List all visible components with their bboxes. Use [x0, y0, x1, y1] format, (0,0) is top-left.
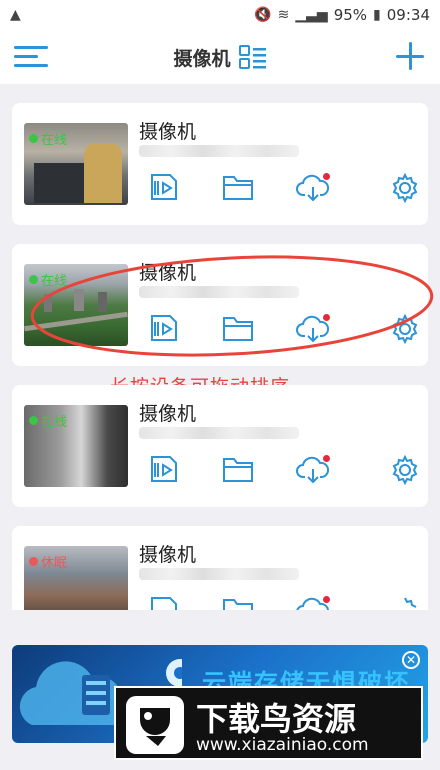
status-tag: 在线 [29, 129, 67, 148]
watermark-logo [126, 696, 184, 754]
status-tag: 在线 [29, 411, 67, 430]
status-tag: 休眠 [29, 552, 67, 571]
status-dot [29, 416, 38, 425]
page-title: 摄像机 [173, 47, 231, 70]
settings-button[interactable] [390, 313, 422, 346]
battery-icon: ▮ [373, 7, 381, 23]
playback-icon [151, 597, 177, 610]
playback-button[interactable] [150, 596, 182, 610]
camera-card[interactable]: 休眠 摄像机 [12, 526, 428, 610]
status-dot [29, 557, 38, 566]
camera-actions [138, 313, 428, 350]
camera-id-blurred [139, 568, 299, 580]
camera-card[interactable]: 在线 摄像机 [12, 244, 428, 366]
camera-id-blurred [139, 427, 299, 439]
playback-button[interactable] [150, 173, 182, 205]
playback-button[interactable] [150, 455, 182, 487]
playback-icon [151, 174, 177, 200]
notification-dot [323, 596, 330, 603]
status-label: 在线 [41, 274, 68, 289]
status-right: 🔇 ≋ ▁▃▅ 95% ▮ 09:34 [254, 6, 430, 24]
status-label: 在线 [41, 415, 68, 430]
gear-icon [404, 597, 417, 608]
cloud-download-button[interactable] [296, 455, 330, 487]
camera-actions [138, 454, 428, 491]
settings-button[interactable] [390, 172, 422, 205]
camera-id-blurred [139, 286, 299, 298]
notification-dot [323, 173, 330, 180]
camera-name: 摄像机 [139, 121, 197, 143]
playback-button[interactable] [150, 314, 182, 346]
watermark-url: www.xiazainiao.com [196, 735, 369, 755]
camera-name: 摄像机 [139, 262, 197, 284]
mute-icon: 🔇 [254, 7, 272, 23]
camera-card[interactable]: 在线 摄像机 [12, 103, 428, 225]
add-device-button[interactable] [394, 40, 426, 72]
files-button[interactable] [222, 173, 254, 205]
camera-thumbnail[interactable]: 在线 [24, 123, 128, 205]
title-wrap: 摄像机 [173, 44, 266, 71]
camera-name: 摄像机 [139, 403, 197, 425]
gear-icon [392, 454, 418, 486]
clock: 09:34 [386, 6, 430, 24]
folder-icon [223, 176, 253, 200]
folder-icon [223, 458, 253, 482]
cloud-download-button[interactable] [296, 596, 330, 610]
gear-icon [392, 313, 418, 345]
signal-icon: ▁▃▅ [295, 7, 328, 23]
app-bar: 摄像机 [0, 30, 440, 84]
cloud-download-button[interactable] [296, 173, 330, 205]
files-button[interactable] [222, 455, 254, 487]
notification-dot [323, 455, 330, 462]
camera-thumbnail[interactable]: 在线 [24, 405, 128, 487]
watermark: 下载鸟资源 www.xiazainiao.com [114, 686, 423, 760]
camera-actions [138, 596, 428, 610]
status-dot [29, 134, 38, 143]
folder-icon [223, 317, 253, 341]
view-toggle-icon[interactable] [238, 45, 267, 69]
status-tag: 在线 [29, 270, 67, 289]
playback-icon [151, 315, 177, 341]
status-label: 休眠 [41, 556, 68, 571]
status-dot [29, 275, 38, 284]
wifi-icon: ≋ [277, 7, 290, 23]
camera-thumbnail[interactable]: 休眠 [24, 546, 128, 610]
camera-name: 摄像机 [139, 544, 197, 566]
watermark-title: 下载鸟资源 [196, 700, 357, 738]
camera-thumbnail[interactable]: 在线 [24, 264, 128, 346]
warning-icon: ▲ [10, 7, 21, 23]
folder-icon [223, 599, 253, 610]
battery-percent: 95% [333, 6, 368, 24]
settings-button[interactable] [390, 454, 422, 487]
files-button[interactable] [222, 596, 254, 610]
notification-dot [323, 314, 330, 321]
gear-icon [392, 172, 418, 204]
ad-close-button[interactable]: ✕ [402, 651, 420, 669]
camera-actions [138, 172, 428, 209]
menu-button[interactable] [14, 42, 48, 72]
settings-button[interactable] [390, 596, 422, 610]
status-label: 在线 [41, 133, 68, 148]
cloud-download-button[interactable] [296, 314, 330, 346]
camera-card[interactable]: 在线 摄像机 [12, 385, 428, 507]
status-bar: ▲ 🔇 ≋ ▁▃▅ 95% ▮ 09:34 [0, 0, 440, 30]
camera-id-blurred [139, 145, 299, 157]
files-button[interactable] [222, 314, 254, 346]
playback-icon [151, 456, 177, 482]
